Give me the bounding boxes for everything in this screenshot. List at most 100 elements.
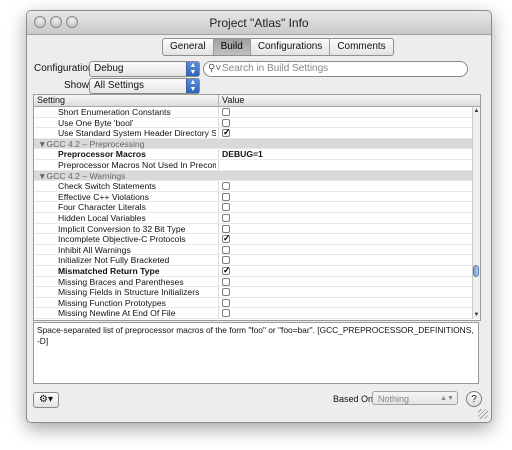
setting-checkbox[interactable]	[222, 224, 230, 233]
setting-checkbox[interactable]	[222, 182, 230, 191]
column-divider	[218, 181, 219, 191]
setting-name: Inhibit All Warnings	[58, 244, 131, 255]
column-divider	[218, 308, 219, 318]
table-header: Setting Value	[34, 95, 480, 107]
tab-bar: General Build Configurations Comments	[162, 38, 394, 56]
vertical-scrollbar[interactable]: ▲ ▼	[472, 107, 480, 319]
setting-name: Missing Fields in Structure Initializers	[58, 287, 200, 298]
setting-checkbox[interactable]	[222, 277, 230, 286]
table-row[interactable]: Four Character Literals	[34, 202, 473, 213]
resize-grip-icon[interactable]	[478, 409, 488, 419]
table-row[interactable]: Initializer Not Fully Bracketed	[34, 255, 473, 266]
setting-checkbox[interactable]	[222, 192, 230, 201]
setting-name: Effective C++ Violations	[58, 191, 149, 202]
table-row[interactable]: Implicit Conversion to 32 Bit Type	[34, 223, 473, 235]
tab-build[interactable]: Build	[213, 39, 251, 55]
help-button[interactable]: ?	[466, 391, 482, 407]
table-row[interactable]: Mismatched Return Type	[34, 265, 473, 277]
table-row[interactable]: Hidden Local Variables	[34, 212, 473, 224]
group-header-row[interactable]: ▼GCC 4.2 – Preprocessing	[34, 138, 473, 150]
configuration-label: Configuration:	[34, 63, 97, 74]
setting-checkbox[interactable]	[222, 233, 231, 244]
column-divider	[218, 202, 219, 212]
column-divider	[218, 234, 219, 244]
scroll-thumb[interactable]	[473, 265, 479, 277]
show-popup[interactable]: All Settings ▲ ▼	[89, 78, 200, 94]
table-row[interactable]: Effective C++ Violations	[34, 191, 473, 203]
table-row[interactable]: Use One Byte 'bool'	[34, 117, 473, 129]
configuration-popup[interactable]: Debug ▲ ▼	[89, 61, 200, 77]
setting-checkbox[interactable]	[222, 118, 230, 127]
settings-rows: Short Enumeration Constants Use One Byte …	[34, 107, 473, 319]
value-column-header[interactable]: Value	[222, 95, 244, 106]
scroll-up-arrow-icon[interactable]: ▲	[473, 108, 480, 114]
column-divider	[218, 117, 219, 128]
setting-checkbox[interactable]	[222, 127, 231, 138]
column-divider	[218, 276, 219, 287]
table-row[interactable]: Missing Newline At End Of File	[34, 308, 473, 319]
scroll-down-arrow-icon[interactable]: ▼	[473, 312, 480, 318]
table-row[interactable]: Missing Braces and Parentheses	[34, 276, 473, 288]
setting-checkbox[interactable]	[222, 256, 230, 265]
setting-name: Use One Byte 'bool'	[58, 117, 134, 128]
table-row[interactable]: Preprocessor Macros DEBUG=1	[34, 149, 473, 160]
setting-checkbox[interactable]	[222, 298, 230, 307]
tab-configurations[interactable]: Configurations	[251, 39, 331, 55]
magnifier-icon: ⚲˅	[208, 63, 222, 74]
setting-value[interactable]: DEBUG=1	[222, 149, 263, 160]
setting-checkbox[interactable]	[222, 245, 230, 254]
group-header-label: ▼GCC 4.2 – Preprocessing	[38, 138, 145, 149]
window-title: Project "Atlas" Info	[209, 16, 309, 30]
setting-name: Preprocessor Macros	[58, 149, 146, 160]
help-icon: ?	[471, 394, 477, 405]
setting-name: Use Standard System Header Directory Se.…	[58, 128, 216, 139]
build-settings-table: Setting Value Short Enumeration Constant…	[33, 94, 481, 321]
setting-name: Preprocessor Macros Not Used In Precom..…	[58, 159, 216, 170]
table-row[interactable]: Check Switch Statements	[34, 181, 473, 192]
popup-arrows-icon: ▲▼	[440, 395, 454, 402]
setting-name: Mismatched Return Type	[58, 265, 160, 276]
column-divider	[218, 212, 219, 223]
setting-name: Short Enumeration Constants	[58, 107, 171, 117]
setting-column-header[interactable]: Setting	[37, 95, 65, 106]
group-header-label: ▼GCC 4.2 – Warnings	[38, 170, 126, 181]
setting-checkbox[interactable]	[222, 203, 230, 212]
column-divider	[218, 149, 219, 159]
setting-name: Missing Function Prototypes	[58, 297, 166, 308]
setting-checkbox[interactable]	[222, 265, 231, 276]
tab-comments[interactable]: Comments	[330, 39, 392, 55]
table-row[interactable]: Use Standard System Header Directory Se.…	[34, 127, 473, 139]
column-divider	[218, 287, 219, 297]
table-row[interactable]: Incomplete Objective-C Protocols	[34, 233, 473, 245]
title-bar[interactable]: Project "Atlas" Info	[27, 11, 491, 35]
popup-arrows-icon: ▲▼	[186, 62, 199, 76]
setting-name: Hidden Local Variables	[58, 212, 146, 223]
setting-name: Incomplete Objective-C Protocols	[58, 234, 186, 245]
group-header-row[interactable]: ▼GCC 4.2 – Warnings	[34, 170, 473, 182]
table-row[interactable]: Missing Function Prototypes	[34, 297, 473, 309]
based-on-popup: Nothing ▲▼	[372, 391, 458, 405]
column-divider	[218, 191, 219, 202]
table-row[interactable]: Missing Fields in Structure Initializers	[34, 287, 473, 298]
table-row[interactable]: Preprocessor Macros Not Used In Precom..…	[34, 159, 473, 171]
column-divider	[218, 107, 219, 117]
show-value: All Settings	[94, 80, 145, 91]
search-field[interactable]: ⚲˅ Search in Build Settings	[203, 61, 468, 77]
setting-description: Space-separated list of preprocessor mac…	[33, 322, 479, 384]
setting-checkbox[interactable]	[222, 108, 230, 116]
column-divider	[218, 297, 219, 308]
setting-name: Four Character Literals	[58, 202, 146, 213]
setting-name: Missing Newline At End Of File	[58, 308, 176, 319]
column-divider	[218, 223, 219, 234]
setting-checkbox[interactable]	[222, 213, 230, 222]
setting-checkbox[interactable]	[222, 309, 230, 318]
setting-checkbox[interactable]	[222, 288, 230, 297]
column-divider	[218, 265, 219, 276]
table-row[interactable]: Inhibit All Warnings	[34, 244, 473, 256]
column-divider	[218, 159, 219, 170]
popup-arrows-icon: ▲▼	[186, 79, 199, 93]
tab-general[interactable]: General	[163, 39, 214, 55]
table-row[interactable]: Short Enumeration Constants	[34, 107, 473, 118]
based-on-label: Based On:	[333, 394, 376, 404]
action-menu-button[interactable]: ⚙▾	[33, 392, 59, 408]
